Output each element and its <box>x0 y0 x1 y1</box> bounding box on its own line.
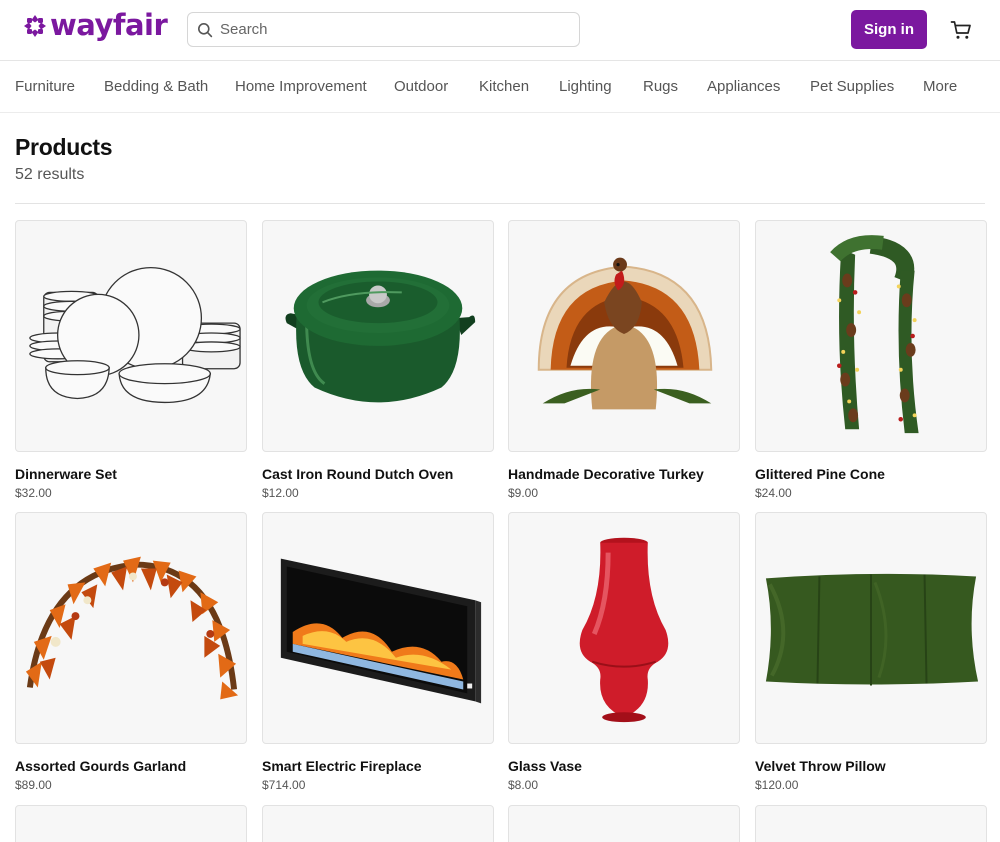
product-card[interactable]: Dinnerware Set $32.00 <box>15 220 247 500</box>
nav-item-kitchen[interactable]: Kitchen <box>479 78 529 95</box>
product-card[interactable]: Assorted Gourds Garland $89.00 <box>15 512 247 792</box>
product-name[interactable]: Smart Electric Fireplace <box>262 758 494 774</box>
nav-item-lighting[interactable]: Lighting <box>559 78 612 95</box>
product-card-partial[interactable] <box>755 805 987 842</box>
pillow-image <box>765 573 979 686</box>
turkey-image <box>537 257 713 410</box>
nav-item-more[interactable]: More <box>923 78 957 95</box>
product-price: $32.00 <box>15 486 52 500</box>
nav-item-appliances[interactable]: Appliances <box>707 78 780 95</box>
product-image <box>755 512 987 744</box>
nav-item-pet-supplies[interactable]: Pet Supplies <box>810 78 894 95</box>
product-image <box>262 220 494 452</box>
product-price: $89.00 <box>15 778 52 792</box>
pine-garland-image <box>830 235 919 434</box>
product-image <box>15 512 247 744</box>
page-title: Products <box>15 134 113 160</box>
product-card[interactable]: Handmade Decorative Turkey $9.00 <box>508 220 740 500</box>
product-price: $8.00 <box>508 778 539 792</box>
dinnerware-image <box>29 266 241 404</box>
divider <box>15 203 985 204</box>
vase-image <box>579 537 669 723</box>
product-name[interactable]: Handmade Decorative Turkey <box>508 466 740 482</box>
product-image <box>508 220 740 452</box>
product-price: $120.00 <box>755 778 799 792</box>
product-image <box>755 220 987 452</box>
search-icon <box>198 22 213 37</box>
wayfair-logo[interactable]: wayfair <box>22 8 168 42</box>
product-name[interactable]: Glittered Pine Cone <box>755 466 987 482</box>
product-price: $714.00 <box>262 778 306 792</box>
product-name[interactable]: Glass Vase <box>508 758 740 774</box>
autumn-garland-image <box>25 556 239 700</box>
product-name[interactable]: Dinnerware Set <box>15 466 247 482</box>
sign-in-button[interactable]: Sign in <box>851 10 927 49</box>
product-name[interactable]: Assorted Gourds Garland <box>15 758 247 774</box>
cart-icon[interactable] <box>950 19 972 41</box>
search-input[interactable] <box>220 21 560 38</box>
product-card[interactable]: Smart Electric Fireplace $714.00 <box>262 512 494 792</box>
product-card[interactable]: Glass Vase $8.00 <box>508 512 740 792</box>
nav-item-home-improvement[interactable]: Home Improvement <box>235 78 367 95</box>
nav-item-furniture[interactable]: Furniture <box>15 78 75 95</box>
fireplace-image <box>280 558 482 704</box>
header: wayfair Sign in <box>0 0 1000 61</box>
product-card-partial[interactable] <box>15 805 247 842</box>
search-bar[interactable] <box>187 12 580 47</box>
product-card[interactable]: Velvet Throw Pillow $120.00 <box>755 512 987 792</box>
results-count: 52 results <box>15 166 85 183</box>
nav-item-outdoor[interactable]: Outdoor <box>394 78 448 95</box>
product-price: $24.00 <box>755 486 792 500</box>
product-card[interactable]: Cast Iron Round Dutch Oven $12.00 <box>262 220 494 500</box>
product-image <box>15 220 247 452</box>
product-name[interactable]: Velvet Throw Pillow <box>755 758 987 774</box>
product-card[interactable]: Glittered Pine Cone $24.00 <box>755 220 987 500</box>
product-image <box>262 512 494 744</box>
product-image <box>508 512 740 744</box>
wayfair-wordmark: wayfair <box>50 8 168 42</box>
product-price: $9.00 <box>508 486 539 500</box>
wayfair-logo-icon <box>24 14 46 37</box>
product-price: $12.00 <box>262 486 299 500</box>
nav-item-rugs[interactable]: Rugs <box>643 78 678 95</box>
product-name[interactable]: Cast Iron Round Dutch Oven <box>262 466 494 482</box>
product-card-partial[interactable] <box>508 805 740 842</box>
product-card-partial[interactable] <box>262 805 494 842</box>
dutch-oven-image <box>285 270 476 403</box>
nav-item-bedding-bath[interactable]: Bedding & Bath <box>104 78 208 95</box>
category-nav: Furniture Bedding & Bath Home Improvemen… <box>0 61 1000 113</box>
